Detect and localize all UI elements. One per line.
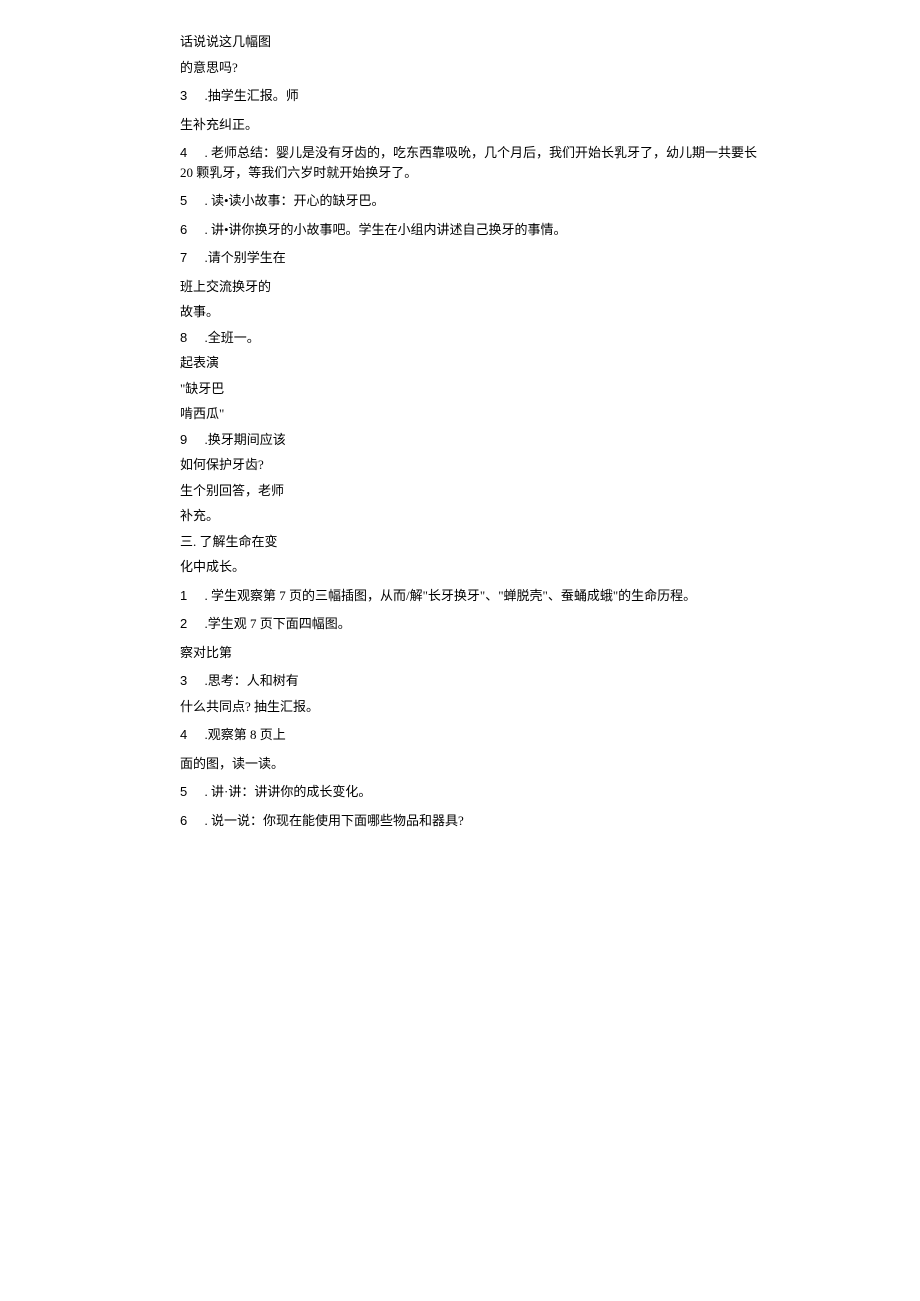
item-number: 2 (180, 614, 187, 634)
text-line: "缺牙巴 (180, 379, 920, 399)
numbered-item: 4 . 老师总结：婴儿是没有牙齿的，吃东西靠吸吮，几个月后，我们开始长乳牙了，幼… (180, 143, 760, 182)
text-line: 补充。 (180, 506, 920, 526)
numbered-item: 7 .请个别学生在 (180, 248, 920, 268)
item-text: .请个别学生在 (204, 250, 285, 265)
item-text: . 说一说：你现在能使用下面哪些物品和器具? (204, 813, 463, 828)
numbered-item: 6 . 说一说：你现在能使用下面哪些物品和器具? (180, 811, 920, 831)
item-number: 5 (180, 191, 187, 211)
numbered-item: 9 .换牙期间应该 (180, 430, 920, 450)
item-number: 6 (180, 811, 187, 831)
numbered-item: 3 .思考：人和树有 (180, 671, 920, 691)
text-line: 什么共同点? 抽生汇报。 (180, 697, 920, 717)
text-line: 生补充纠正。 (180, 115, 920, 135)
numbered-item: 5 . 读•读小故事：开心的缺牙巴。 (180, 191, 920, 211)
text-line: 班上交流换牙的 (180, 277, 920, 297)
item-number: 1 (180, 586, 187, 606)
text-line: 如何保护牙齿? (180, 455, 920, 475)
item-number: 3 (180, 671, 187, 691)
item-text: .抽学生汇报。师 (204, 88, 298, 103)
item-text: . 讲·讲：讲讲你的成长变化。 (204, 784, 371, 799)
item-text: . 学生观察第 7 页的三幅插图，从而/解"长牙换牙"、"蝉脱壳"、蚕蛹成蛾"的… (204, 588, 696, 603)
item-number: 7 (180, 248, 187, 268)
item-text: .思考：人和树有 (204, 673, 298, 688)
item-text: . 老师总结：婴儿是没有牙齿的，吃东西靠吸吮，几个月后，我们开始长乳牙了，幼儿期… (180, 145, 757, 180)
numbered-item: 4 .观察第 8 页上 (180, 725, 920, 745)
text-line: 化中成长。 (180, 557, 920, 577)
item-number: 6 (180, 220, 187, 240)
numbered-item: 6 . 讲•讲你换牙的小故事吧。学生在小组内讲述自己换牙的事情。 (180, 220, 920, 240)
item-text: .观察第 8 页上 (204, 727, 285, 742)
item-number: 4 (180, 143, 187, 163)
item-text: . 讲•讲你换牙的小故事吧。学生在小组内讲述自己换牙的事情。 (204, 222, 566, 237)
numbered-item: 8 .全班一。 (180, 328, 920, 348)
text-line: 话说说这几幅图 (180, 32, 920, 52)
item-number: 8 (180, 328, 187, 348)
text-line: 故事。 (180, 302, 920, 322)
item-text: .换牙期间应该 (204, 432, 285, 447)
text-line: 的意思吗? (180, 58, 920, 78)
text-line: 生个别回答，老师 (180, 481, 920, 501)
text-line: 察对比第 (180, 643, 920, 663)
numbered-item: 2 .学生观 7 页下面四幅图。 (180, 614, 920, 634)
numbered-item: 5 . 讲·讲：讲讲你的成长变化。 (180, 782, 920, 802)
item-number: 5 (180, 782, 187, 802)
text-line: 啃西瓜" (180, 404, 920, 424)
item-number: 9 (180, 430, 187, 450)
item-number: 4 (180, 725, 187, 745)
item-text: .全班一。 (204, 330, 259, 345)
item-text: . 读•读小故事：开心的缺牙巴。 (204, 193, 384, 208)
item-number: 3 (180, 86, 187, 106)
item-text: .学生观 7 页下面四幅图。 (204, 616, 350, 631)
numbered-item: 3 .抽学生汇报。师 (180, 86, 920, 106)
text-line: 三. 了解生命在变 (180, 532, 920, 552)
text-line: 面的图，读一读。 (180, 754, 920, 774)
text-line: 起表演 (180, 353, 920, 373)
numbered-item: 1 . 学生观察第 7 页的三幅插图，从而/解"长牙换牙"、"蝉脱壳"、蚕蛹成蛾… (180, 586, 920, 606)
